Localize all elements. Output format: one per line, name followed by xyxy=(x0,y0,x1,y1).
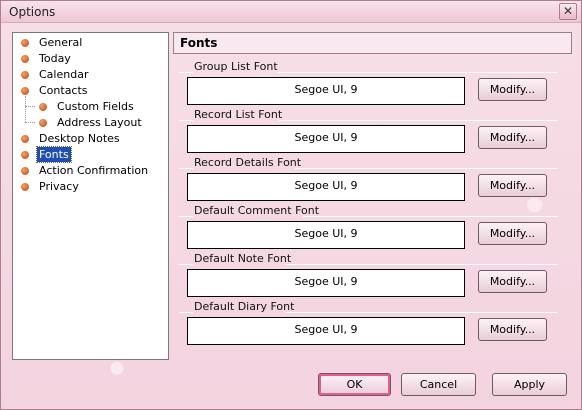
section-title: Default Note Font xyxy=(194,252,292,265)
cancel-button[interactable]: Cancel xyxy=(401,373,476,396)
font-display: Segoe UI, 9 xyxy=(187,77,465,105)
bullet-icon xyxy=(39,119,47,127)
section-divider xyxy=(285,312,557,313)
tree-item-contacts[interactable]: Contacts xyxy=(21,83,90,98)
modify-default-comment-font-button[interactable]: Modify... xyxy=(478,222,547,245)
ok-button[interactable]: OK xyxy=(318,373,391,396)
bullet-icon xyxy=(21,55,29,63)
title-bar[interactable]: Options ✕ xyxy=(1,1,581,23)
tree-item-calendar[interactable]: Calendar xyxy=(21,67,90,82)
section-divider xyxy=(303,216,557,217)
section-title: Default Diary Font xyxy=(194,300,295,313)
tree-item-label: General xyxy=(39,36,83,49)
tree-item-label: Action Confirmation xyxy=(39,164,149,177)
font-display: Segoe UI, 9 xyxy=(187,317,465,345)
section-title: Record Details Font xyxy=(194,156,302,169)
modify-default-diary-font-button[interactable]: Modify... xyxy=(478,318,547,341)
apply-button[interactable]: Apply xyxy=(492,373,567,396)
options-window: Options ✕ General Today Calendar Contact… xyxy=(0,0,582,410)
close-icon[interactable]: ✕ xyxy=(559,3,577,20)
tree-item-desktop-notes[interactable]: Desktop Notes xyxy=(21,131,122,146)
tree-item-action-confirmation[interactable]: Action Confirmation xyxy=(21,163,150,178)
tree-item-general[interactable]: General xyxy=(21,35,84,50)
modify-record-list-font-button[interactable]: Modify... xyxy=(478,126,547,149)
tree-item-label: Calendar xyxy=(39,68,89,81)
modify-record-details-font-button[interactable]: Modify... xyxy=(478,174,547,197)
tree-connector xyxy=(25,122,35,123)
font-display: Segoe UI, 9 xyxy=(187,173,465,201)
tree-item-today[interactable]: Today xyxy=(21,51,73,66)
bullet-icon xyxy=(21,135,29,143)
font-display: Segoe UI, 9 xyxy=(187,221,465,249)
font-display: Segoe UI, 9 xyxy=(187,269,465,297)
tree-item-label: Custom Fields xyxy=(57,100,134,113)
section-divider xyxy=(285,264,557,265)
modify-default-note-font-button[interactable]: Modify... xyxy=(478,270,547,293)
tree-connector xyxy=(25,106,35,107)
tree-item-label: Today xyxy=(39,52,71,65)
tree-item-label: Contacts xyxy=(39,84,88,97)
tree-item-address-layout[interactable]: Address Layout xyxy=(39,115,144,130)
bullet-icon xyxy=(21,39,29,47)
tree-item-privacy[interactable]: Privacy xyxy=(21,179,81,194)
bullet-icon xyxy=(21,167,29,175)
window-title: Options xyxy=(9,5,56,19)
bullet-icon xyxy=(21,151,29,159)
tree-item-custom-fields[interactable]: Custom Fields xyxy=(39,99,136,114)
section-title: Group List Font xyxy=(194,60,278,73)
font-display: Segoe UI, 9 xyxy=(187,125,465,153)
bullet-icon xyxy=(21,87,29,95)
modify-group-list-font-button[interactable]: Modify... xyxy=(478,78,547,101)
tree-connector xyxy=(25,96,26,122)
tree-item-label: Address Layout xyxy=(57,116,142,129)
section-divider xyxy=(279,120,557,121)
section-title: Record List Font xyxy=(194,108,283,121)
tree-item-label: Privacy xyxy=(39,180,79,193)
tree-item-label: Desktop Notes xyxy=(39,132,120,145)
section-divider xyxy=(295,168,557,169)
tree-item-fonts[interactable]: Fonts xyxy=(21,146,72,163)
tree-item-label: Fonts xyxy=(36,146,72,163)
bullet-icon xyxy=(21,71,29,79)
panel-header: Fonts xyxy=(173,32,572,54)
category-tree[interactable]: General Today Calendar Contacts Custom F… xyxy=(12,32,169,360)
bullet-icon xyxy=(39,103,47,111)
bullet-icon xyxy=(21,183,29,191)
section-divider xyxy=(277,72,557,73)
